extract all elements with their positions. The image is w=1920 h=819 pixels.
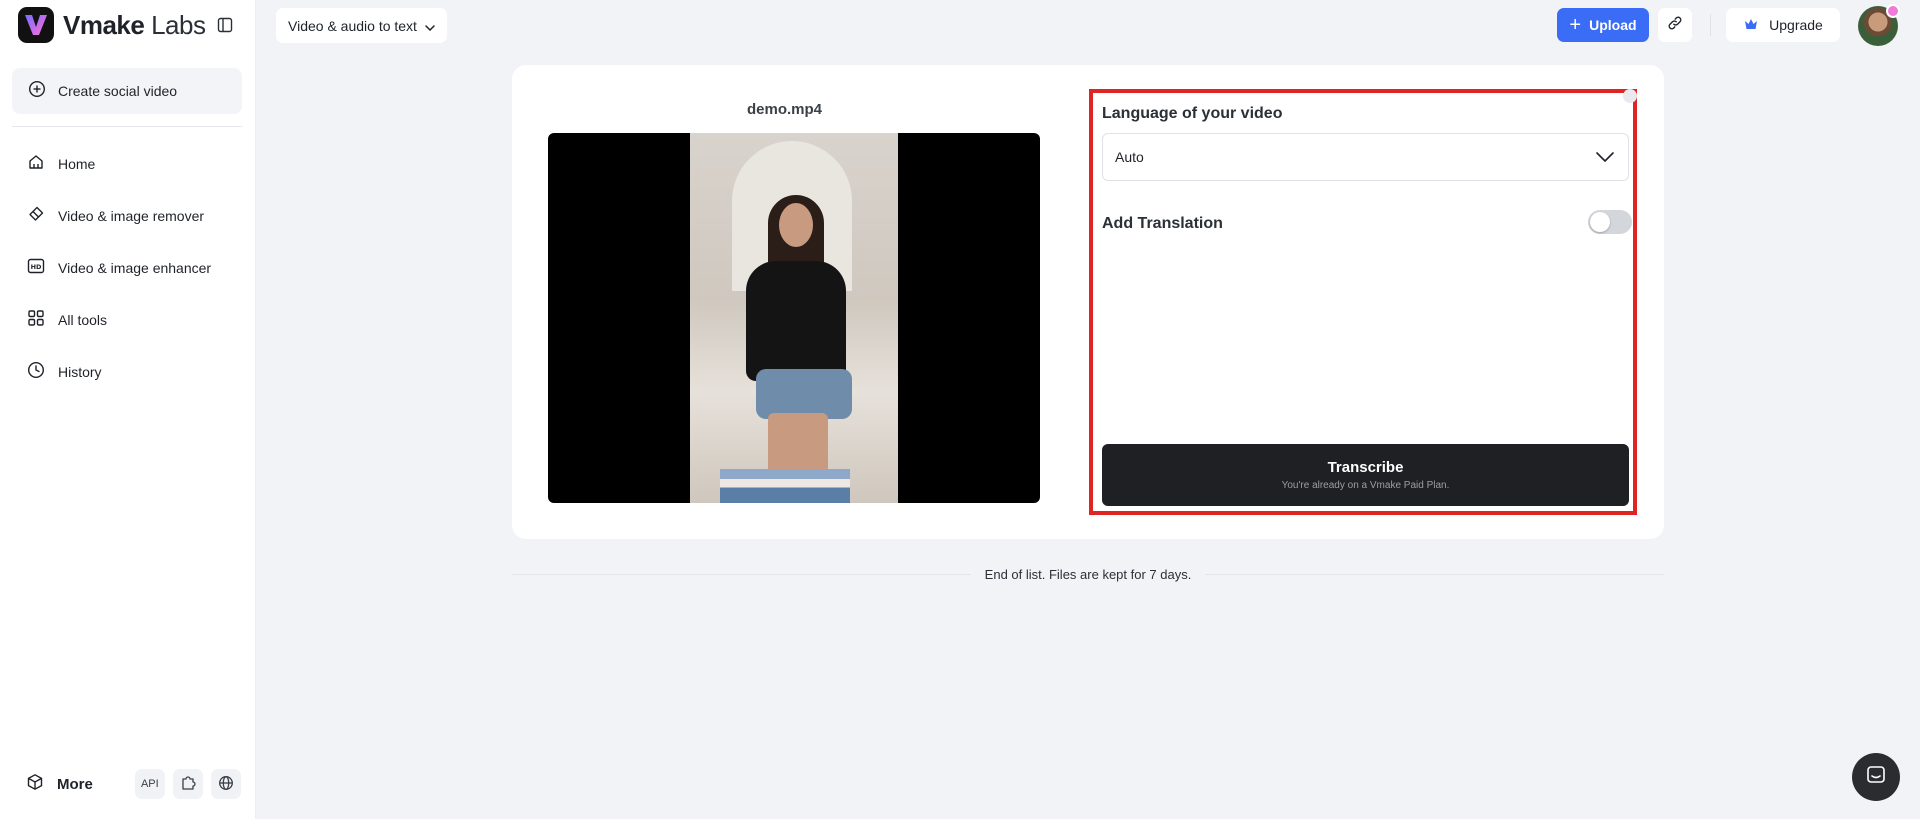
plugin-button[interactable] [172, 769, 203, 799]
upload-button[interactable]: + Upload [1557, 8, 1649, 42]
upload-label: Upload [1589, 17, 1637, 33]
thumbnail-books [720, 469, 850, 503]
link-button[interactable] [1658, 8, 1692, 42]
api-button[interactable]: API [134, 769, 165, 799]
sidebar-bottom-bar: More API [12, 764, 242, 804]
avatar-badge-icon [1886, 4, 1900, 18]
file-name: demo.mp4 [746, 101, 822, 118]
topbar-divider [1710, 14, 1711, 36]
thumbnail-person-face [779, 203, 813, 247]
thumbnail-person-skirt [756, 369, 852, 419]
link-icon [1667, 15, 1683, 36]
sidebar-collapse-icon[interactable] [215, 15, 235, 35]
eraser-icon [27, 205, 45, 228]
chevron-down-icon [425, 18, 435, 34]
sidebar-nav: Home Video & image remover HD Video & im… [12, 138, 242, 398]
tool-select-dropdown[interactable]: Video & audio to text [276, 8, 447, 43]
sidebar: Vmake Labs Create social video Home Vide… [0, 0, 256, 819]
language-select[interactable]: Auto [1102, 133, 1629, 181]
chevron-down-icon [1596, 149, 1614, 165]
end-of-list-text: End of list. Files are kept for 7 days. [984, 566, 1192, 582]
panel-close-icon[interactable] [1623, 89, 1637, 103]
video-thumbnail [690, 133, 898, 503]
language-value: Auto [1115, 149, 1144, 165]
sidebar-item-remover[interactable]: Video & image remover [12, 190, 242, 242]
vmake-logo-icon [18, 7, 54, 43]
end-of-list: End of list. Files are kept for 7 days. [512, 565, 1664, 583]
transcribe-button[interactable]: Transcribe You're already on a Vmake Pai… [1102, 444, 1629, 506]
home-icon [27, 153, 45, 176]
video-preview[interactable] [548, 133, 1040, 503]
hd-icon: HD [27, 257, 45, 280]
globe-icon [218, 775, 234, 794]
language-button[interactable] [210, 769, 241, 799]
puzzle-icon [180, 775, 196, 794]
sidebar-item-all-tools[interactable]: All tools [12, 294, 242, 346]
grid-icon [27, 309, 45, 332]
brand-name-bold: Vmake [63, 9, 145, 40]
plus-icon: + [1569, 14, 1582, 36]
sidebar-item-label: All tools [58, 312, 108, 328]
sidebar-item-label: Video & image remover [58, 208, 205, 224]
upgrade-label: Upgrade [1769, 17, 1823, 33]
svg-text:HD: HD [31, 263, 42, 271]
upgrade-button[interactable]: Upgrade [1726, 8, 1840, 42]
support-chat-button[interactable] [1852, 753, 1900, 801]
logo[interactable]: Vmake Labs [18, 7, 206, 43]
create-social-video-label: Create social video [58, 83, 178, 99]
sidebar-divider [12, 126, 242, 127]
sidebar-item-history[interactable]: History [12, 346, 242, 398]
cube-icon [26, 773, 44, 796]
plus-circle-icon [28, 80, 46, 103]
sidebar-item-enhancer[interactable]: HD Video & image enhancer [12, 242, 242, 294]
end-divider-left [512, 573, 971, 575]
brand-name-light: Labs [144, 9, 206, 40]
sidebar-item-label: Video & image enhancer [58, 260, 212, 276]
clock-icon [27, 361, 45, 384]
file-card: demo.mp4 Language of your video Auto Add… [512, 65, 1664, 539]
tool-select-label: Video & audio to text [288, 17, 417, 34]
more-label: More [57, 775, 93, 793]
crown-icon [1743, 17, 1759, 34]
transcribe-label: Transcribe [1327, 459, 1404, 476]
more-button[interactable]: More [12, 773, 93, 796]
transcribe-subtext: You're already on a Vmake Paid Plan. [1281, 480, 1450, 491]
language-label: Language of your video [1102, 105, 1283, 122]
thumbnail-person-body [746, 261, 846, 381]
transcription-settings-panel: Language of your video Auto Add Translat… [1089, 89, 1637, 515]
chat-icon [1865, 764, 1887, 791]
end-divider-right [1205, 573, 1664, 575]
api-label: API [140, 778, 159, 790]
brand-name: Vmake Labs [63, 9, 206, 41]
create-social-video-button[interactable]: Create social video [12, 68, 242, 114]
sidebar-item-label: History [58, 364, 102, 380]
sidebar-item-label: Home [58, 156, 96, 172]
add-translation-toggle[interactable] [1588, 210, 1632, 234]
sidebar-item-home[interactable]: Home [12, 138, 242, 190]
toggle-knob [1590, 212, 1610, 232]
add-translation-label: Add Translation [1102, 215, 1223, 232]
